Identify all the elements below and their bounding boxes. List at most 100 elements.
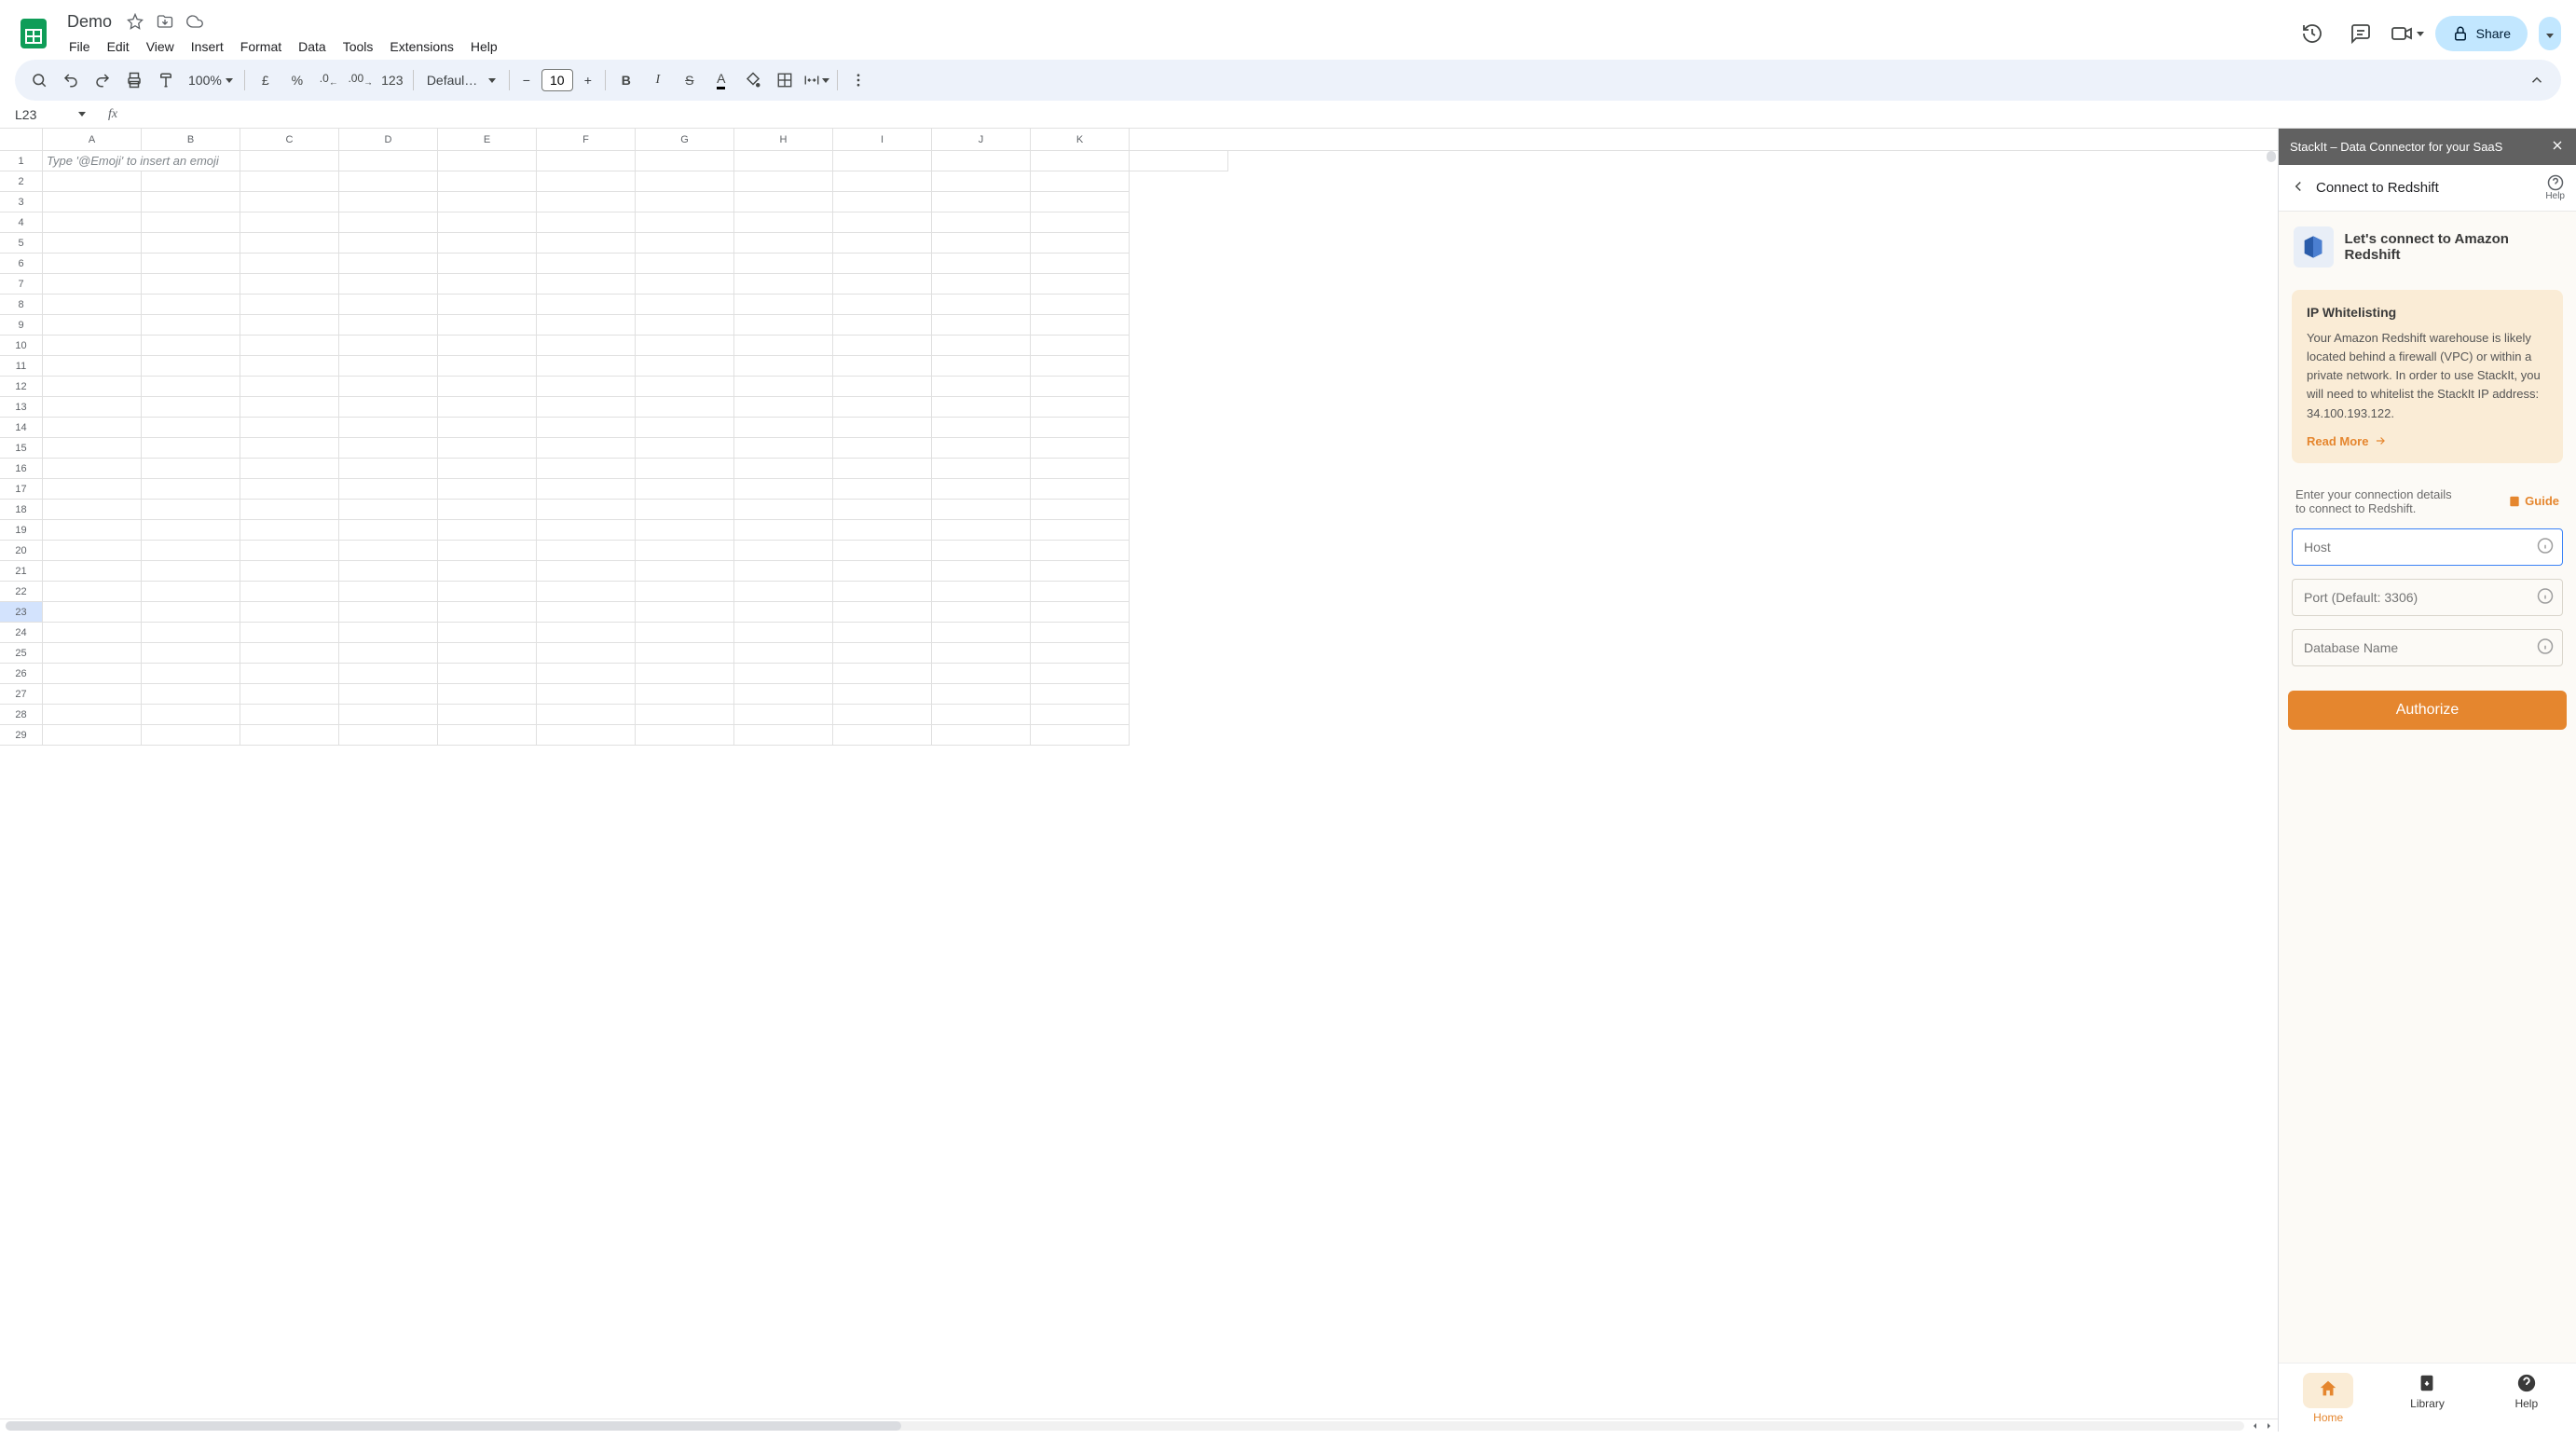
cell[interactable]: [734, 418, 833, 438]
cell[interactable]: [438, 377, 537, 397]
cell[interactable]: [734, 315, 833, 336]
cell[interactable]: [438, 336, 537, 356]
cell[interactable]: [43, 438, 142, 459]
cell[interactable]: [438, 397, 537, 418]
cell[interactable]: [1031, 377, 1130, 397]
cell[interactable]: [636, 643, 734, 664]
cell[interactable]: [734, 500, 833, 520]
column-header[interactable]: J: [932, 129, 1031, 150]
cell[interactable]: [339, 459, 438, 479]
horizontal-scrollbar[interactable]: [6, 1421, 2244, 1431]
cell[interactable]: [833, 274, 932, 295]
cell[interactable]: [142, 725, 240, 746]
cell[interactable]: [43, 418, 142, 438]
currency-icon[interactable]: £: [251, 65, 281, 95]
cell[interactable]: [734, 233, 833, 254]
cell[interactable]: [537, 151, 636, 171]
cell[interactable]: [734, 397, 833, 418]
row-header[interactable]: 11: [0, 356, 43, 377]
column-header[interactable]: I: [833, 129, 932, 150]
cell[interactable]: [833, 582, 932, 602]
cell[interactable]: [438, 254, 537, 274]
cell[interactable]: [240, 664, 339, 684]
cell[interactable]: [932, 479, 1031, 500]
cell[interactable]: [537, 171, 636, 192]
cell[interactable]: [833, 643, 932, 664]
addon-help-button[interactable]: Help: [2545, 174, 2565, 201]
cell[interactable]: [339, 192, 438, 212]
cell[interactable]: [240, 315, 339, 336]
cell[interactable]: [734, 274, 833, 295]
decrease-font-icon[interactable]: −: [515, 69, 538, 91]
cell[interactable]: [1031, 684, 1130, 705]
cell[interactable]: [240, 151, 339, 171]
cell[interactable]: [932, 643, 1031, 664]
cell[interactable]: [43, 377, 142, 397]
cell[interactable]: [1031, 233, 1130, 254]
cell[interactable]: [833, 725, 932, 746]
cell[interactable]: [142, 520, 240, 541]
cell[interactable]: [636, 520, 734, 541]
cell[interactable]: [240, 459, 339, 479]
cell[interactable]: [240, 274, 339, 295]
cell[interactable]: [240, 582, 339, 602]
cell[interactable]: [537, 623, 636, 643]
undo-icon[interactable]: [56, 65, 86, 95]
cell[interactable]: [932, 171, 1031, 192]
cell[interactable]: [932, 274, 1031, 295]
cell[interactable]: [1031, 151, 1130, 171]
cell[interactable]: [734, 192, 833, 212]
cell[interactable]: [43, 602, 142, 623]
cell[interactable]: [1031, 582, 1130, 602]
cell[interactable]: [339, 643, 438, 664]
cell[interactable]: [833, 171, 932, 192]
cell[interactable]: [43, 623, 142, 643]
cell[interactable]: [833, 397, 932, 418]
cell[interactable]: [240, 438, 339, 459]
cell[interactable]: [438, 233, 537, 254]
cell[interactable]: [43, 479, 142, 500]
column-header[interactable]: E: [438, 129, 537, 150]
row-header[interactable]: 18: [0, 500, 43, 520]
cell[interactable]: [932, 561, 1031, 582]
cell[interactable]: [1031, 725, 1130, 746]
cell[interactable]: [734, 295, 833, 315]
cell[interactable]: [339, 356, 438, 377]
cell[interactable]: [240, 356, 339, 377]
row-header[interactable]: 26: [0, 664, 43, 684]
cell[interactable]: [734, 520, 833, 541]
cell[interactable]: [932, 705, 1031, 725]
cell[interactable]: [932, 295, 1031, 315]
cell[interactable]: [438, 664, 537, 684]
cell[interactable]: [1031, 520, 1130, 541]
authorize-button[interactable]: Authorize: [2288, 691, 2567, 730]
cell[interactable]: [932, 356, 1031, 377]
cell[interactable]: [932, 520, 1031, 541]
increase-font-icon[interactable]: +: [577, 69, 599, 91]
cell[interactable]: [438, 212, 537, 233]
cell[interactable]: [932, 664, 1031, 684]
column-header[interactable]: D: [339, 129, 438, 150]
row-header[interactable]: 29: [0, 725, 43, 746]
vertical-scrollbar[interactable]: [2267, 151, 2276, 162]
cell[interactable]: [1031, 356, 1130, 377]
cell[interactable]: [537, 602, 636, 623]
row-header[interactable]: 19: [0, 520, 43, 541]
print-icon[interactable]: [119, 65, 149, 95]
cell[interactable]: [833, 418, 932, 438]
doc-title[interactable]: Demo: [62, 10, 117, 34]
cell[interactable]: [636, 705, 734, 725]
cell[interactable]: [339, 315, 438, 336]
cell[interactable]: [734, 541, 833, 561]
cell[interactable]: [43, 274, 142, 295]
cell[interactable]: [833, 438, 932, 459]
row-header[interactable]: 10: [0, 336, 43, 356]
paint-format-icon[interactable]: [151, 65, 181, 95]
row-header[interactable]: 14: [0, 418, 43, 438]
italic-icon[interactable]: I: [643, 65, 673, 95]
cell[interactable]: [537, 500, 636, 520]
row-header[interactable]: 8: [0, 295, 43, 315]
cell[interactable]: [142, 356, 240, 377]
cell[interactable]: [142, 561, 240, 582]
cell[interactable]: [734, 171, 833, 192]
